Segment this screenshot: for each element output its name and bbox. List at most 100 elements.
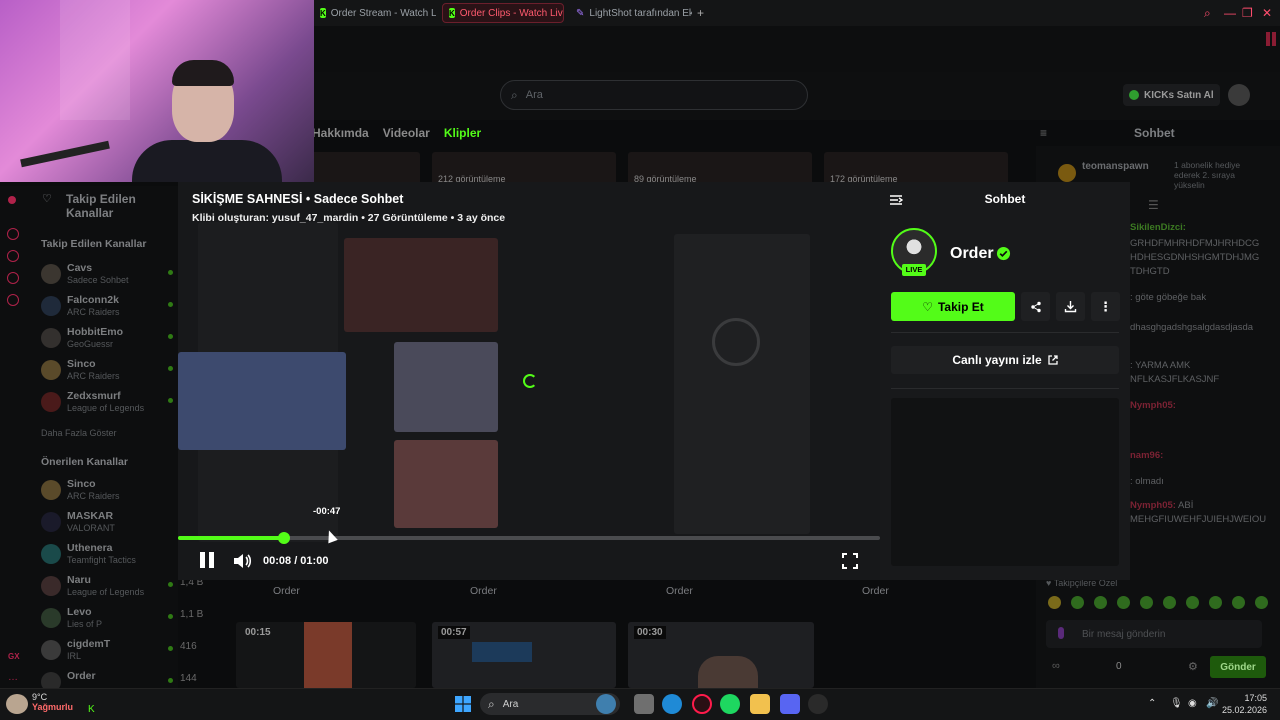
share-button[interactable]	[1021, 292, 1050, 321]
settings-gear-icon[interactable]: ⚙	[1188, 660, 1198, 673]
chevron-up-icon[interactable]: ⌃	[1148, 698, 1156, 709]
windows-start-icon[interactable]	[455, 696, 471, 712]
app-icon[interactable]	[808, 694, 828, 714]
emote-icon[interactable]	[1117, 596, 1130, 609]
avatar	[41, 608, 61, 628]
clip-video[interactable]	[178, 182, 880, 580]
tab-label: Order Stream - Watch Live	[330, 7, 436, 19]
new-tab-button[interactable]: +	[694, 3, 710, 23]
opera-gx-icon[interactable]	[692, 694, 712, 714]
filter-icon[interactable]: ☰	[1148, 198, 1159, 212]
emote-icon[interactable]	[1094, 596, 1107, 609]
user-avatar[interactable]	[1228, 84, 1250, 106]
person-hair	[172, 60, 234, 86]
task-view-icon[interactable]	[634, 694, 654, 714]
watch-live-button[interactable]: Canlı yayını izle	[891, 346, 1119, 374]
emote-icon[interactable]	[1140, 596, 1153, 609]
gift-note: 1 abonelik hediye ederek 2. sıraya yükse…	[1174, 160, 1241, 190]
sidebar-channel-zedxsmurf[interactable]: Zedxsmurf League of Legends	[41, 388, 177, 416]
browser-toolbar	[314, 26, 1280, 72]
buy-kicks-button[interactable]: KICKs Satın Al	[1123, 84, 1220, 106]
tab-clips[interactable]: Klipler	[444, 126, 481, 140]
sidebar-channel-hobbitemo[interactable]: HobbitEmo GeoGuessr	[41, 324, 177, 352]
tab-lightshot[interactable]: ✎ LightShot tarafından Ekran	[570, 3, 692, 23]
speaker-icon[interactable]: 🔊	[1206, 698, 1218, 709]
gx-icon[interactable]: GX	[8, 652, 20, 661]
send-button[interactable]: Gönder	[1210, 656, 1266, 678]
show-more-link[interactable]: Daha Fazla Göster	[41, 428, 117, 438]
emote-icon[interactable]	[1255, 596, 1268, 609]
sidebar-channel-maskar[interactable]: MASKAR VALORANT	[41, 508, 177, 536]
network-icon[interactable]: ◉	[1188, 698, 1197, 709]
tab-order-clips[interactable]: K Order Clips - Watch Live c	[442, 3, 564, 23]
clip-thumbnail[interactable]: 172 görüntüleme	[824, 152, 1008, 186]
search-input[interactable]: ⌕ Ara	[500, 80, 808, 110]
minimize-icon[interactable]: —	[1224, 6, 1236, 20]
tab-order-stream[interactable]: K Order Stream - Watch Live	[314, 3, 436, 23]
browse-icon[interactable]	[7, 250, 19, 262]
avatar	[41, 480, 61, 500]
file-explorer-icon[interactable]	[750, 694, 770, 714]
chat-message-input[interactable]: Bir mesaj gönderin	[1046, 620, 1262, 648]
tab-videos[interactable]: Videolar	[383, 126, 430, 140]
edge-browser-icon[interactable]	[662, 694, 682, 714]
sidebar-channel-falconn2k[interactable]: Falconn2k ARC Raiders	[41, 292, 177, 320]
more-icon[interactable]: …	[8, 672, 18, 683]
sidebar-channel-naru[interactable]: Naru League of Legends	[41, 572, 177, 600]
sidebar-channel-uthenera[interactable]: Uthenera Teamfight Tactics	[41, 540, 177, 568]
sidebar-channel-sinco[interactable]: Sinco ARC Raiders	[41, 356, 177, 384]
clip-thumbnail[interactable]: 89 görüntüleme	[628, 152, 812, 186]
volume-button[interactable]	[232, 552, 252, 570]
following-icon[interactable]	[7, 272, 19, 284]
collapse-icon[interactable]: ≡	[1040, 126, 1047, 140]
microphone-icon[interactable]: 🎙	[1170, 698, 1183, 709]
clip-owner[interactable]: Order	[470, 585, 497, 597]
clip-card[interactable]: 00:30	[628, 622, 814, 688]
kick-home-icon[interactable]	[8, 196, 16, 204]
taskbar-clock[interactable]: 17:05 25.02.2026	[1222, 692, 1267, 716]
clip-thumbnail[interactable]: 212 görüntüleme	[432, 152, 616, 186]
clip-owner[interactable]: Order	[273, 585, 300, 597]
weather-widget[interactable]: 9°C Yağmurlu	[32, 692, 73, 712]
progress-handle[interactable]	[278, 532, 290, 544]
sidebar-channel-order[interactable]: Order	[41, 668, 177, 692]
loading-spinner-icon	[523, 374, 537, 388]
emote-icon[interactable]	[1232, 596, 1245, 609]
search-icon[interactable]: ⌕	[1204, 6, 1211, 21]
discover-icon[interactable]	[7, 228, 19, 240]
follow-button[interactable]: ♡ Takip Et	[891, 292, 1015, 321]
streamer-name[interactable]: Order	[950, 245, 994, 263]
more-options-button[interactable]: ⋮	[1091, 292, 1120, 321]
clip-owner[interactable]: Order	[862, 585, 889, 597]
background-chat-header: ≡ Sohbet	[1036, 120, 1280, 146]
sidebar-channel-cavs[interactable]: Cavs Sadece Sohbet	[41, 260, 177, 288]
discord-icon[interactable]	[780, 694, 800, 714]
close-icon[interactable]: ✕	[1262, 6, 1272, 20]
emote-icon[interactable]	[1071, 596, 1084, 609]
points-count: 0	[1116, 661, 1122, 672]
sidebar-channel-cigdemt[interactable]: cigdemT IRL	[41, 636, 177, 664]
tab-about[interactable]: Hakkımda	[312, 126, 369, 140]
download-icon	[1064, 301, 1077, 313]
clip-owner[interactable]: Order	[666, 585, 693, 597]
chat-points-icon[interactable]: ∞	[1052, 660, 1060, 672]
clip-card[interactable]: 00:15	[236, 622, 416, 688]
download-button[interactable]	[1056, 292, 1085, 321]
clip-card[interactable]: 00:57	[432, 622, 616, 688]
sidebar-channel-sinco-rec[interactable]: Sinco ARC Raiders	[41, 476, 177, 504]
fullscreen-button[interactable]	[842, 553, 858, 569]
emote-icon[interactable]	[1186, 596, 1199, 609]
maximize-icon[interactable]: ❐	[1242, 6, 1253, 20]
pause-button[interactable]	[200, 552, 216, 570]
channel-name: Falconn2k	[67, 294, 119, 306]
emote-icon[interactable]	[1209, 596, 1222, 609]
settings-icon[interactable]	[7, 294, 19, 306]
clip-meta: Klibi oluşturan: yusuf_47_mardin • 27 Gö…	[192, 212, 506, 224]
live-dot	[168, 582, 173, 587]
widget-icon[interactable]	[596, 694, 616, 714]
sidebar-channel-levo[interactable]: Levo Lies of P	[41, 604, 177, 632]
emote-icon[interactable]	[1163, 596, 1176, 609]
kick-tray-icon[interactable]: K	[88, 704, 95, 715]
spotify-icon[interactable]	[720, 694, 740, 714]
emote-icon[interactable]	[1048, 596, 1061, 609]
